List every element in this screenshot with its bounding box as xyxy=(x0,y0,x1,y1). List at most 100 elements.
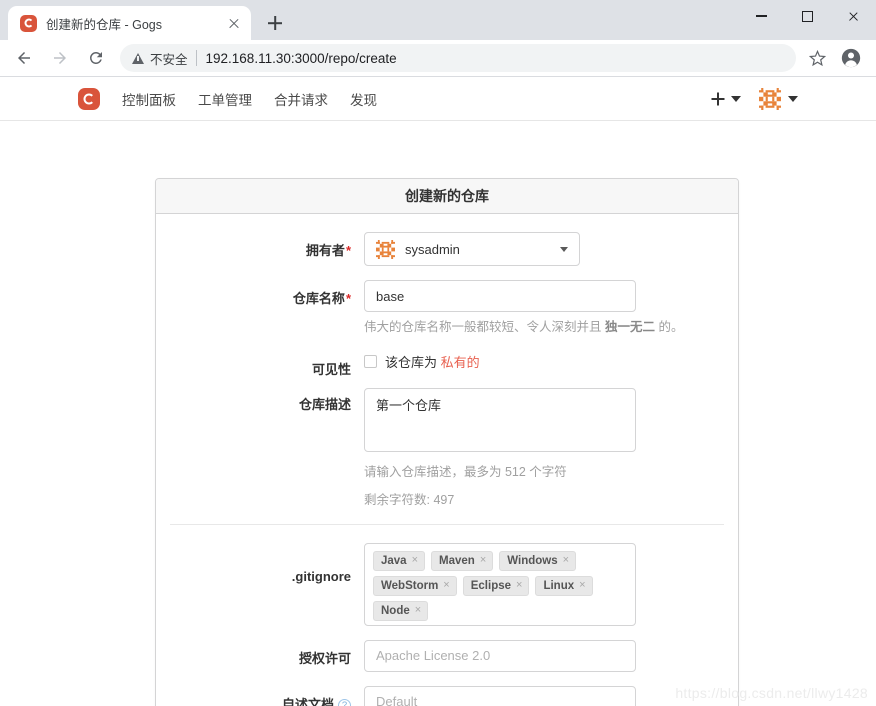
nav-item-pulls[interactable]: 合并请求 xyxy=(274,89,328,109)
hint-bold: 独一无二 xyxy=(604,320,655,334)
nav-item-explore[interactable]: 发现 xyxy=(350,89,377,109)
identicon-avatar xyxy=(376,239,395,259)
remove-tag-icon[interactable]: × xyxy=(563,555,569,566)
gitignore-tag[interactable]: Eclipse × xyxy=(462,575,530,596)
warning-triangle-icon xyxy=(132,52,144,64)
gitignore-tag[interactable]: Node × xyxy=(373,600,429,621)
tag-label: Node xyxy=(381,604,410,617)
visibility-accent-text: 私有的 xyxy=(440,354,480,370)
required-mark: * xyxy=(345,291,351,306)
license-field: 授权许可 Apache License 2.0 xyxy=(156,639,738,672)
remove-tag-icon[interactable]: × xyxy=(480,555,486,566)
new-tab-button[interactable] xyxy=(261,9,289,37)
window-controls xyxy=(738,0,876,32)
browser-tab[interactable]: 创建新的仓库 - Gogs xyxy=(8,6,251,40)
browser-toolbar: 不安全 192.168.11.30:3000/repo/create xyxy=(0,40,876,76)
profile-button[interactable] xyxy=(836,43,866,73)
owner-label-text: 拥有者 xyxy=(305,243,345,258)
create-menu-button[interactable] xyxy=(711,92,741,105)
forward-button[interactable] xyxy=(44,42,76,74)
tag-label: Windows xyxy=(507,554,558,567)
visibility-field: 可见性 该仓库为 私有的 xyxy=(156,351,738,378)
description-textarea[interactable]: 第一个仓库 xyxy=(364,387,636,452)
chevron-down-icon xyxy=(731,95,741,102)
remove-tag-icon[interactable]: × xyxy=(579,580,585,591)
remove-tag-icon[interactable]: × xyxy=(412,555,418,566)
star-icon xyxy=(808,49,826,66)
visibility-checkbox-label: 该仓库为 私有的 xyxy=(385,352,480,371)
description-hint: 请输入仓库描述，最多为 512 个字符 xyxy=(364,464,567,479)
remove-tag-icon[interactable]: × xyxy=(443,580,449,591)
readme-label-text: 自述文档 xyxy=(281,696,334,706)
readme-value: Default xyxy=(376,694,418,706)
reload-button[interactable] xyxy=(80,42,112,74)
tag-label: Eclipse xyxy=(470,579,512,592)
reload-icon xyxy=(89,51,102,64)
plus-icon xyxy=(711,92,724,105)
readme-label: 自述文档? xyxy=(156,686,364,706)
security-indicator[interactable]: 不安全 xyxy=(132,49,188,68)
omnibox-divider xyxy=(195,50,197,66)
chevron-down-icon xyxy=(788,95,798,102)
repo-name-label-text: 仓库名称 xyxy=(292,291,345,306)
description-field: 仓库描述 第一个仓库 请输入仓库描述，最多为 512 个字符 剩余字符数: 49… xyxy=(156,387,738,508)
address-bar[interactable]: 不安全 192.168.11.30:3000/repo/create xyxy=(120,44,796,72)
close-window-button[interactable] xyxy=(830,0,876,32)
chevron-down-icon xyxy=(560,246,568,252)
user-avatar-icon xyxy=(841,48,861,68)
remove-tag-icon[interactable]: × xyxy=(516,580,522,591)
remove-tag-icon[interactable]: × xyxy=(415,605,421,616)
minimize-icon xyxy=(755,15,767,17)
minimize-button[interactable] xyxy=(738,0,784,32)
gitignore-tag[interactable]: Java × xyxy=(373,550,426,571)
browser-chrome: 创建新的仓库 - Gogs 不安全 192.168.11.30:3000/rep… xyxy=(0,0,876,77)
visibility-checkbox-row[interactable]: 该仓库为 私有的 xyxy=(364,351,728,371)
visibility-label: 可见性 xyxy=(311,361,351,377)
license-select[interactable]: Apache License 2.0 xyxy=(364,639,636,672)
tag-label: Java xyxy=(381,554,407,567)
owner-label: 拥有者* xyxy=(156,232,364,259)
navbar-right xyxy=(711,87,798,110)
close-icon[interactable] xyxy=(225,14,243,32)
card-body: 拥有者* sysadmin 仓库名称* base 伟大的仓库名称一般都较短、令人… xyxy=(156,214,738,706)
identicon-avatar xyxy=(759,87,781,110)
gogs-logo-icon[interactable] xyxy=(78,87,100,110)
repo-name-label: 仓库名称* xyxy=(156,280,364,307)
section-divider xyxy=(170,523,724,525)
owner-field: 拥有者* sysadmin xyxy=(156,232,738,266)
readme-select[interactable]: Default xyxy=(364,685,636,706)
hint-after: 的。 xyxy=(655,320,684,334)
bookmark-button[interactable] xyxy=(802,43,832,73)
gitignore-tag[interactable]: WebStorm × xyxy=(373,575,457,596)
gitignore-tag-input[interactable]: Java × Maven × Windows × WebStorm × Eclipse ×… xyxy=(364,542,636,626)
gitignore-tag[interactable]: Linux × xyxy=(535,575,593,596)
help-circle-icon[interactable]: ? xyxy=(338,698,351,706)
watermark: https://blog.csdn.net/llwy1428 xyxy=(675,685,868,701)
tag-label: WebStorm xyxy=(381,579,439,592)
nav-item-issues[interactable]: 工单管理 xyxy=(198,89,252,109)
forward-arrow-icon xyxy=(54,52,66,64)
card-header: 创建新的仓库 xyxy=(156,179,738,214)
gitignore-field: .gitignore Java × Maven × Windows × WebStor… xyxy=(156,542,738,626)
license-value: Apache License 2.0 xyxy=(376,648,491,663)
required-mark: * xyxy=(345,243,351,258)
owner-select[interactable]: sysadmin xyxy=(364,232,580,266)
gitignore-tag[interactable]: Windows × xyxy=(499,550,577,571)
repo-name-input[interactable]: base xyxy=(364,280,636,312)
nav-item-dashboard[interactable]: 控制面板 xyxy=(122,89,176,109)
maximize-button[interactable] xyxy=(784,0,830,32)
visibility-text: 该仓库为 xyxy=(385,354,441,370)
user-menu-button[interactable] xyxy=(759,87,798,110)
tag-label: Linux xyxy=(543,579,575,592)
gogs-logo-icon xyxy=(20,14,37,32)
visibility-checkbox[interactable] xyxy=(364,354,377,368)
gitignore-tag[interactable]: Maven × xyxy=(431,550,494,571)
browser-titlebar: 创建新的仓库 - Gogs xyxy=(0,0,876,40)
readme-field: 自述文档? Default xyxy=(156,685,738,706)
page-content: 控制面板 工单管理 合并请求 发现 创建新的仓库 拥有者* sysadmin 仓… xyxy=(0,77,876,706)
close-icon xyxy=(848,11,859,22)
back-button[interactable] xyxy=(8,42,40,74)
repo-name-value: base xyxy=(376,288,405,304)
description-value: 第一个仓库 xyxy=(376,397,442,413)
site-navbar: 控制面板 工单管理 合并请求 发现 xyxy=(0,77,876,121)
